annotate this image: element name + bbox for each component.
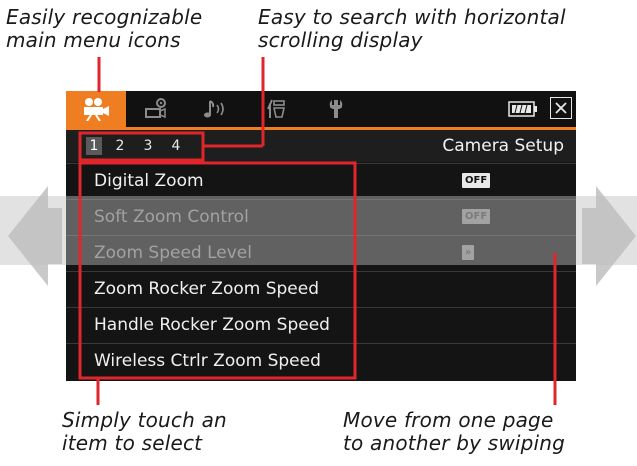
menu-items-highlight-box xyxy=(78,161,357,380)
callout-overlay xyxy=(78,57,557,405)
page-tabs-highlight-box xyxy=(78,131,205,162)
